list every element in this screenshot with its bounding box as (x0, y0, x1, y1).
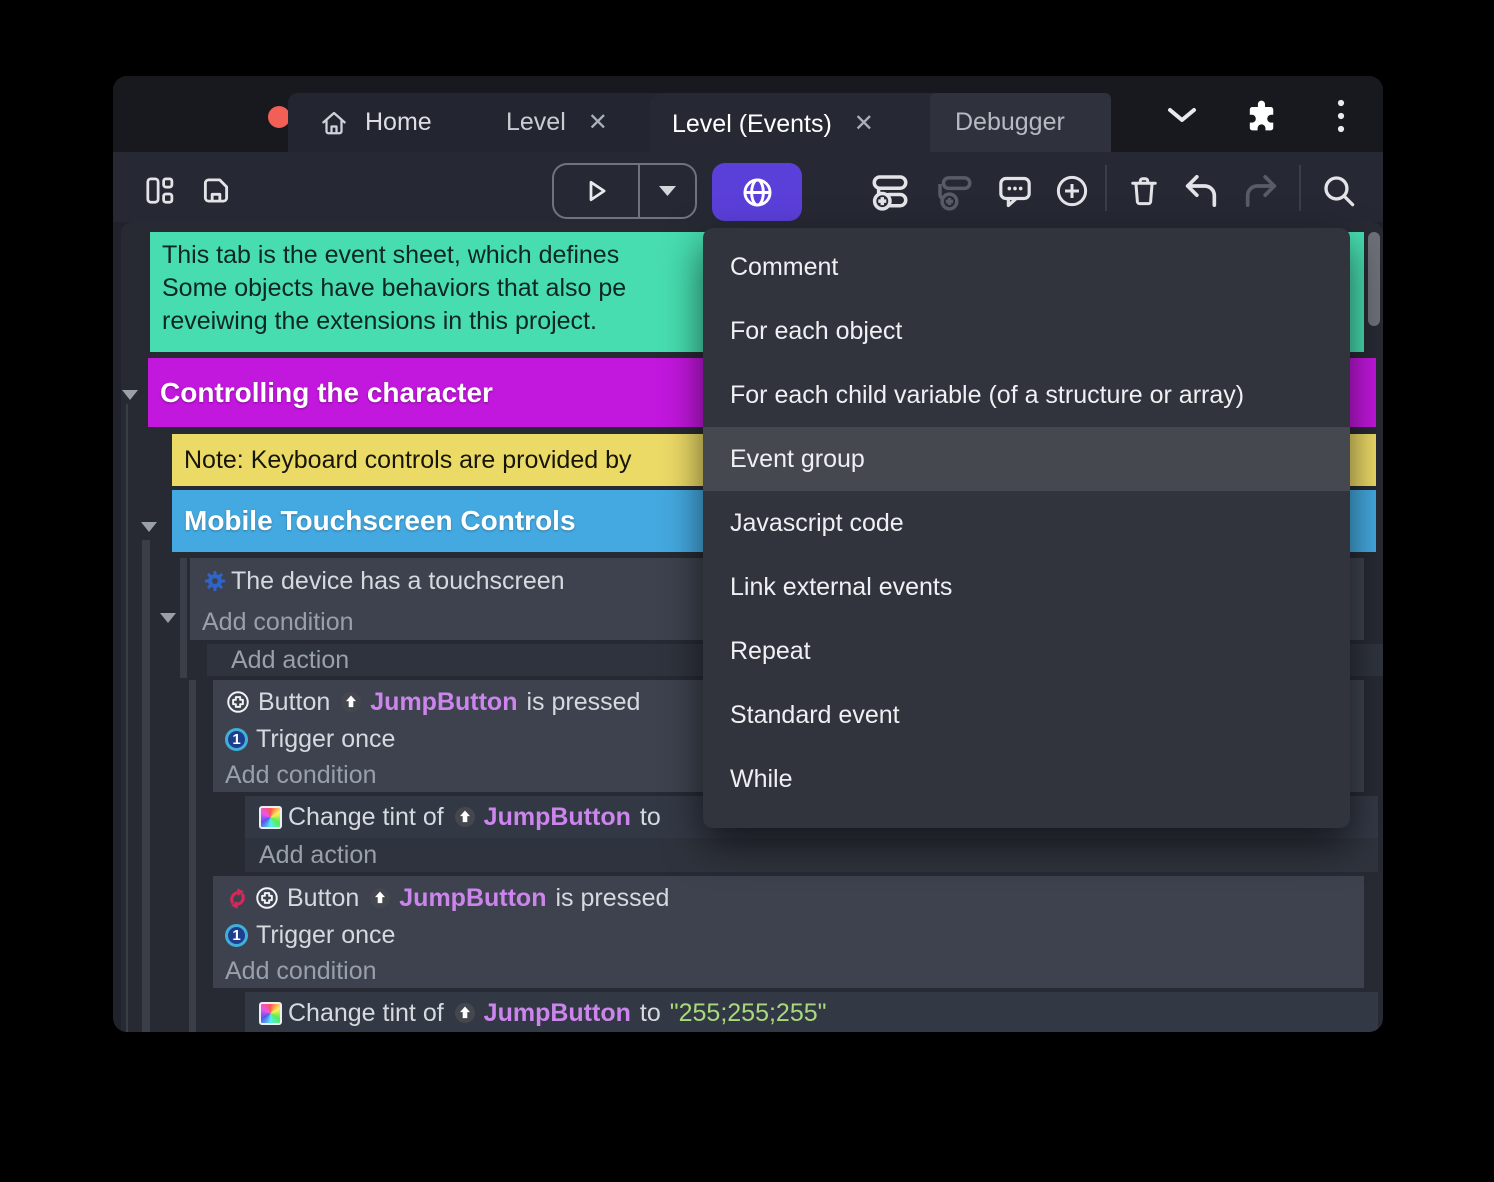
search-icon (1320, 171, 1358, 211)
tree-guide-line (189, 680, 196, 1032)
panels-layout-icon (143, 173, 176, 208)
tint-icon (259, 806, 282, 829)
tab-debugger-label: Debugger (955, 108, 1065, 137)
preview-play-button[interactable] (554, 165, 638, 217)
collapse-chevron-button[interactable] (1161, 98, 1203, 132)
condition-text: The device has a touchscreen (231, 567, 565, 596)
tint-value: "255;255;255" (670, 999, 827, 1028)
tint-icon (259, 1002, 282, 1025)
gamepad-button-icon (225, 689, 251, 715)
toolbar (113, 152, 1383, 222)
delete-button[interactable] (1121, 167, 1167, 215)
tab-level-events-close-icon[interactable]: ✕ (854, 112, 874, 136)
search-button[interactable] (1315, 167, 1363, 215)
add-anything-button[interactable] (1049, 167, 1095, 215)
gamepad-button-icon (254, 885, 280, 911)
condition-row[interactable]: Button JumpButton is pressed (213, 876, 1364, 918)
plus-circle-icon (1053, 171, 1091, 211)
add-event-button[interactable] (866, 167, 914, 215)
puzzle-icon (1243, 97, 1281, 135)
collapse-arrow-icon[interactable] (160, 613, 176, 623)
trigger-once-icon: 1 (225, 924, 248, 947)
caret-down-icon (659, 186, 676, 196)
tree-guide-line (180, 558, 187, 678)
add-subevent-icon (933, 170, 975, 212)
trash-icon (1126, 171, 1162, 211)
group-title: Controlling the character (160, 377, 493, 409)
trigger-once-icon: 1 (225, 728, 248, 751)
save-button[interactable] (196, 170, 236, 210)
titlebar: Home Level ✕ Level (Events) ✕ Debugger (113, 76, 1383, 152)
tab-level-events[interactable]: Level (Events) ✕ (650, 93, 944, 155)
note-text: Note: Keyboard controls are provided by (184, 446, 631, 475)
tab-home[interactable]: Home (288, 93, 505, 152)
add-event-icon (869, 170, 911, 212)
tab-debugger[interactable]: Debugger (930, 93, 1111, 152)
add-subevent-button[interactable] (930, 167, 978, 215)
touch-plugin-icon (202, 568, 228, 594)
redo-button[interactable] (1237, 167, 1285, 215)
jumpbutton-object-icon (453, 805, 477, 829)
menu-item-javascript-code[interactable]: Javascript code (703, 491, 1350, 555)
traffic-close-button[interactable] (268, 106, 290, 128)
jumpbutton-object-icon (453, 1001, 477, 1025)
preview-browser-button[interactable] (712, 163, 802, 221)
group-title: Mobile Touchscreen Controls (184, 505, 576, 537)
redo-icon (1241, 171, 1281, 211)
menu-item-link-external-events[interactable]: Link external events (703, 555, 1350, 619)
menu-item-for-each-child-variable[interactable]: For each child variable (of a structure … (703, 363, 1350, 427)
toolbar-separator (1105, 165, 1107, 211)
menu-item-while[interactable]: While (703, 747, 1350, 811)
overflow-menu-button[interactable] (1325, 96, 1357, 136)
invert-condition-icon (225, 886, 250, 911)
condition-row[interactable]: 1 Trigger once (213, 918, 1364, 952)
event-block: Button JumpButton is pressed 1 Trigger o… (213, 876, 1364, 988)
jumpbutton-object-icon (368, 886, 392, 910)
toggle-panels-button[interactable] (139, 170, 179, 210)
home-icon (319, 108, 349, 138)
comment-bubble-icon (995, 170, 1035, 212)
play-icon (581, 176, 611, 206)
undo-icon (1181, 171, 1221, 211)
tab-home-label: Home (365, 108, 432, 137)
tab-level-events-label: Level (Events) (672, 110, 832, 139)
action-row[interactable]: Change tint of JumpButton to "255;255;25… (245, 992, 1378, 1032)
menu-item-standard-event[interactable]: Standard event (703, 683, 1350, 747)
addons-button[interactable] (1241, 96, 1283, 136)
menu-item-for-each-object[interactable]: For each object (703, 299, 1350, 363)
vertical-scrollbar-thumb[interactable] (1368, 232, 1380, 326)
collapse-arrow-icon[interactable] (122, 390, 138, 400)
menu-item-event-group[interactable]: Event group (703, 427, 1350, 491)
add-event-context-menu: Comment For each object For each child v… (703, 228, 1350, 828)
add-comment-button[interactable] (992, 167, 1038, 215)
jumpbutton-object-icon (339, 690, 363, 714)
undo-button[interactable] (1177, 167, 1225, 215)
chevron-down-icon (1166, 106, 1198, 124)
tree-guide-line (142, 540, 150, 1032)
preview-split-button (552, 163, 697, 219)
add-action-link[interactable]: Add action (245, 838, 1378, 872)
tab-level-label: Level (506, 108, 566, 137)
tab-level-close-icon[interactable]: ✕ (588, 111, 608, 135)
save-icon (199, 173, 233, 208)
collapse-arrow-icon[interactable] (141, 522, 157, 532)
kebab-menu-icon (1336, 97, 1346, 135)
menu-item-comment[interactable]: Comment (703, 235, 1350, 299)
toolbar-separator (1299, 165, 1301, 211)
globe-icon (740, 175, 775, 210)
preview-dropdown-button[interactable] (640, 165, 695, 217)
tree-guide-line (126, 404, 128, 1032)
menu-item-repeat[interactable]: Repeat (703, 619, 1350, 683)
add-condition-link[interactable]: Add condition (213, 952, 1364, 988)
tab-level[interactable]: Level ✕ (482, 93, 666, 152)
